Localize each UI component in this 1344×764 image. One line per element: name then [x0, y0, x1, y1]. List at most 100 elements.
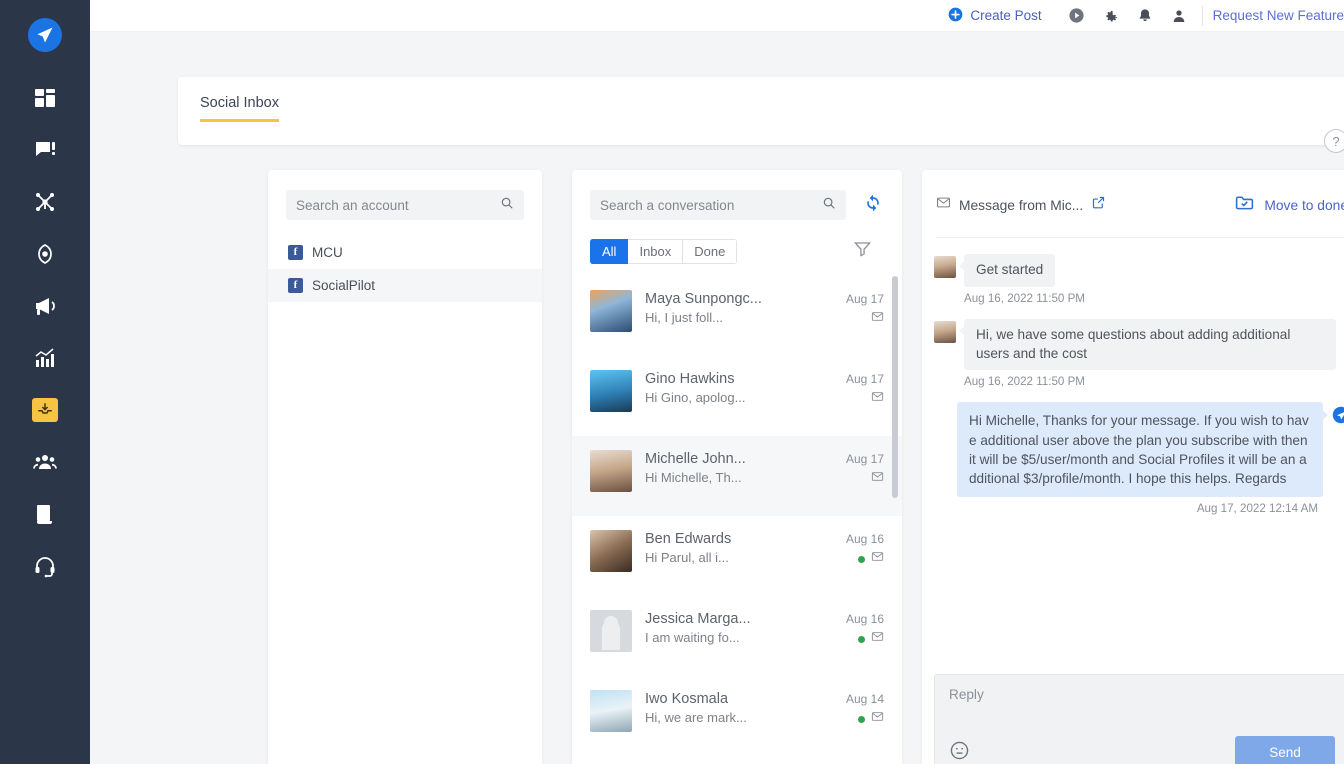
- compass-icon: [33, 242, 57, 266]
- message-thread-panel: Message from Mic... Move to done Get sta…: [922, 170, 1344, 764]
- conversation-row[interactable]: Jessica Marga... I am waiting fo... Aug …: [572, 596, 902, 676]
- conversation-row[interactable]: الوحيد على الصين Aug 14: [572, 756, 902, 764]
- conversation-snippet: Hi, I just foll...: [645, 310, 724, 325]
- play-circle-icon[interactable]: [1060, 0, 1094, 32]
- sidebar-item-campaigns[interactable]: [19, 280, 71, 332]
- document-icon: [33, 502, 57, 526]
- search-account-input[interactable]: [296, 197, 500, 213]
- create-post-button[interactable]: Create Post: [948, 7, 1042, 25]
- conversation-name: Maya Sunpongc...: [645, 291, 762, 307]
- inbox-tray-icon: [32, 398, 58, 422]
- conversation-list-scrollbar[interactable]: [892, 276, 898, 498]
- conversation-date: Aug 16: [845, 612, 884, 626]
- message-timestamp: Aug 16, 2022 11:50 PM: [964, 375, 1085, 389]
- account-search[interactable]: [286, 190, 524, 220]
- send-button[interactable]: Send: [1235, 736, 1335, 764]
- unread-dot: [858, 555, 865, 563]
- accounts-panel: f MCU f SocialPilot: [268, 170, 542, 764]
- thread-header: Message from Mic... Move to done: [922, 170, 1344, 218]
- smiley-emoji-icon[interactable]: [949, 740, 970, 764]
- user-icon[interactable]: [1162, 0, 1196, 32]
- avatar: [590, 290, 632, 332]
- sidebar-item-discovery[interactable]: [19, 228, 71, 280]
- sidebar-item-social-inbox[interactable]: [19, 384, 71, 436]
- avatar: [934, 320, 956, 343]
- main-area: Create Post Request New Feature Social I…: [90, 0, 1344, 764]
- megaphone-icon: [33, 294, 57, 318]
- sidebar-item-support[interactable]: [19, 540, 71, 592]
- avatar: [590, 530, 632, 572]
- conversation-date: Aug 17: [845, 292, 884, 306]
- conversation-search-row: [572, 170, 902, 220]
- sidebar-item-connections[interactable]: [19, 176, 71, 228]
- conversation-name: Jessica Marga...: [645, 611, 751, 627]
- account-item-socialpilot[interactable]: f SocialPilot: [268, 269, 542, 302]
- refresh-icon: [863, 193, 883, 218]
- conversation-row[interactable]: Gino Hawkins Hi Gino, apolog... Aug 17: [572, 356, 902, 436]
- external-link-icon[interactable]: [1091, 195, 1106, 215]
- app-root: Create Post Request New Feature Social I…: [0, 0, 1344, 764]
- reply-box[interactable]: Reply Send: [934, 674, 1344, 764]
- message-list: Get started Aug 16, 2022 11:50 PM Hi, we…: [922, 238, 1344, 515]
- segment-done[interactable]: Done: [683, 238, 738, 264]
- segment-inbox[interactable]: Inbox: [628, 238, 684, 264]
- facebook-icon: f: [288, 245, 303, 260]
- sidebar-item-posts[interactable]: [19, 124, 71, 176]
- avatar: [590, 370, 632, 412]
- conversation-name: Ben Edwards: [645, 531, 732, 547]
- sidebar-item-dashboard[interactable]: [19, 72, 71, 124]
- conversation-date: Aug 14: [845, 692, 884, 706]
- conversation-list[interactable]: Maya Sunpongc... Hi, I just foll... Aug …: [572, 276, 902, 764]
- account-label: SocialPilot: [312, 278, 376, 293]
- envelope-icon: [871, 390, 884, 408]
- sidebar-item-reports[interactable]: [19, 488, 71, 540]
- sent-paper-plane-icon: [1332, 406, 1344, 429]
- move-to-done-label: Move to done: [1264, 197, 1344, 213]
- help-icon[interactable]: ?: [1324, 129, 1344, 153]
- message-bubble: Hi, we have some questions about adding …: [959, 318, 1336, 371]
- message-timestamp: Aug 17, 2022 12:14 AM: [1196, 502, 1318, 516]
- reply-placeholder[interactable]: Reply: [949, 687, 1335, 702]
- bar-chart-icon: [33, 346, 57, 370]
- avatar: [590, 610, 632, 652]
- conversation-date: Aug 17: [845, 372, 884, 386]
- dashboard-grid-icon: [33, 86, 57, 110]
- conversation-row[interactable]: Iwo Kosmala Hi, we are mark... Aug 14: [572, 676, 902, 756]
- avatar: [590, 450, 632, 492]
- conversation-snippet: Hi Gino, apolog...: [645, 390, 746, 405]
- conversation-name: Gino Hawkins: [645, 371, 735, 387]
- request-new-feature-link[interactable]: Request New Feature: [1213, 8, 1344, 23]
- envelope-icon: [871, 310, 884, 328]
- envelope-icon: [871, 550, 884, 568]
- filter-button[interactable]: [849, 237, 876, 265]
- sidebar-item-team[interactable]: [19, 436, 71, 488]
- conversation-row[interactable]: Maya Sunpongc... Hi, I just foll... Aug …: [572, 276, 902, 356]
- conversations-panel: All Inbox Done: [572, 170, 902, 764]
- headset-icon: [33, 554, 57, 578]
- chat-bubble-icon: [33, 138, 57, 162]
- socialpilot-logo-icon[interactable]: [28, 18, 62, 52]
- conversation-search[interactable]: [590, 190, 846, 220]
- tab-social-inbox[interactable]: Social Inbox: [200, 95, 279, 122]
- sidebar-item-analytics[interactable]: [19, 332, 71, 384]
- create-post-label: Create Post: [970, 8, 1042, 23]
- move-to-done-button[interactable]: Move to done: [1234, 192, 1344, 218]
- conversation-row-selected[interactable]: Michelle John... Hi Michelle, Th... Aug …: [572, 436, 902, 516]
- message-incoming: Hi, we have some questions about adding …: [934, 318, 1344, 371]
- search-icon: [822, 196, 836, 215]
- segment-all[interactable]: All: [590, 238, 629, 264]
- thread-title: Message from Mic...: [959, 197, 1084, 213]
- sidebar-nav: [0, 0, 90, 764]
- conversation-filters: All Inbox Done: [590, 237, 884, 265]
- content-area: Social Inbox ? f MCU: [90, 32, 1344, 764]
- gear-icon[interactable]: [1094, 0, 1128, 32]
- search-conversation-input[interactable]: [600, 197, 822, 213]
- refresh-button[interactable]: [854, 190, 892, 220]
- bell-icon[interactable]: [1128, 0, 1162, 32]
- account-item-mcu[interactable]: f MCU: [268, 236, 542, 269]
- plus-circle-icon: [948, 7, 963, 25]
- conversation-row[interactable]: Ben Edwards Hi Parul, all i... Aug 16: [572, 516, 902, 596]
- message-outgoing: Hi Michelle, Thanks for your message. If…: [934, 402, 1344, 498]
- unread-dot: [858, 715, 865, 723]
- top-bar: Create Post Request New Feature: [90, 0, 1344, 32]
